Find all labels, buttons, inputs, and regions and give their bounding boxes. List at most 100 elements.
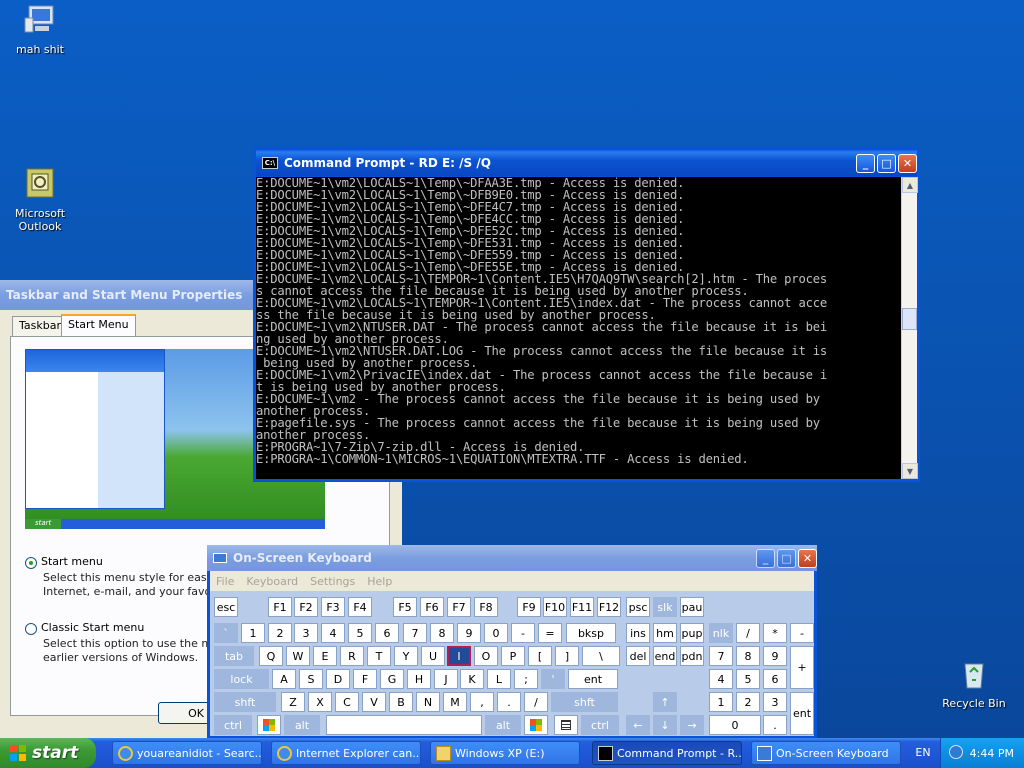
- menu-key[interactable]: [554, 715, 578, 735]
- key-symbol[interactable]: ,: [470, 692, 494, 712]
- command-prompt-titlebar[interactable]: C:\ Command Prompt - RD E: /S /Q _ □ ✕: [256, 150, 917, 176]
- key-z[interactable]: Z: [281, 692, 305, 712]
- key-f10[interactable]: F10: [543, 597, 567, 617]
- key-f2[interactable]: F2: [294, 597, 318, 617]
- key-del[interactable]: del: [626, 646, 650, 666]
- key-pau[interactable]: pau: [680, 597, 704, 617]
- key-alt[interactable]: alt: [485, 715, 521, 735]
- classic-start-menu-radio[interactable]: [25, 623, 37, 635]
- key-f6[interactable]: F6: [420, 597, 444, 617]
- key-symbol[interactable]: ↓: [653, 715, 677, 735]
- key-d[interactable]: D: [326, 669, 350, 689]
- key-m[interactable]: M: [443, 692, 467, 712]
- key-symbol[interactable]: ↑: [653, 692, 677, 712]
- minimize-button[interactable]: _: [756, 548, 775, 568]
- key-f5[interactable]: F5: [393, 597, 417, 617]
- key-symbol[interactable]: [: [528, 646, 552, 666]
- key-t[interactable]: T: [367, 646, 391, 666]
- key-h[interactable]: H: [407, 669, 431, 689]
- key-f7[interactable]: F7: [447, 597, 471, 617]
- osk-titlebar[interactable]: On-Screen Keyboard _ □ ✕: [207, 545, 817, 571]
- key-f8[interactable]: F8: [474, 597, 498, 617]
- key-ctrl[interactable]: ctrl: [214, 715, 252, 735]
- key-i[interactable]: I: [447, 646, 471, 666]
- key-7[interactable]: 7: [403, 623, 427, 643]
- key-9[interactable]: 9: [457, 623, 481, 643]
- start-menu-radio[interactable]: [25, 557, 37, 569]
- key-y[interactable]: Y: [394, 646, 418, 666]
- key-f9[interactable]: F9: [517, 597, 541, 617]
- key-0[interactable]: 0: [709, 715, 761, 735]
- key-c[interactable]: C: [335, 692, 359, 712]
- key-symbol[interactable]: =: [538, 623, 562, 643]
- taskbar-item-youareanidiot[interactable]: youareanidiot - Searc...: [112, 741, 262, 765]
- key-2[interactable]: 2: [268, 623, 292, 643]
- key-symbol[interactable]: /: [524, 692, 548, 712]
- taskbar-item-ie-error[interactable]: Internet Explorer can...: [271, 741, 421, 765]
- minimize-button[interactable]: _: [856, 153, 875, 173]
- key-f[interactable]: F: [353, 669, 377, 689]
- close-button[interactable]: ✕: [898, 153, 917, 173]
- key-o[interactable]: O: [474, 646, 498, 666]
- menu-file[interactable]: File: [216, 575, 234, 588]
- key-1[interactable]: 1: [241, 623, 265, 643]
- console-output[interactable]: E:DOCUME~1\vm2\LOCALS~1\Temp\~DFAA3E.tmp…: [256, 177, 901, 479]
- key-symbol[interactable]: ': [541, 669, 565, 689]
- key-bksp[interactable]: bksp: [566, 623, 616, 643]
- key-ent[interactable]: ent: [790, 692, 814, 735]
- key-f3[interactable]: F3: [321, 597, 345, 617]
- taskbar-item-windows-xp-drive[interactable]: Windows XP (E:): [430, 741, 580, 765]
- scroll-down-button[interactable]: ▼: [902, 463, 918, 479]
- maximize-button[interactable]: □: [777, 548, 796, 568]
- key-u[interactable]: U: [421, 646, 445, 666]
- key-a[interactable]: A: [272, 669, 296, 689]
- key-j[interactable]: J: [434, 669, 458, 689]
- taskbar-item-command-prompt[interactable]: Command Prompt - R...: [592, 741, 742, 765]
- key-ent[interactable]: ent: [568, 669, 618, 689]
- key-nlk[interactable]: nlk: [709, 623, 733, 643]
- key-8[interactable]: 8: [430, 623, 454, 643]
- key-1[interactable]: 1: [709, 692, 733, 712]
- network-icon[interactable]: [949, 745, 963, 759]
- menu-settings[interactable]: Settings: [310, 575, 355, 588]
- key-3[interactable]: 3: [763, 692, 787, 712]
- key-hm[interactable]: hm: [653, 623, 677, 643]
- close-button[interactable]: ✕: [798, 548, 817, 568]
- key-ins[interactable]: ins: [626, 623, 650, 643]
- key-e[interactable]: E: [313, 646, 337, 666]
- start-button[interactable]: start: [0, 738, 96, 768]
- key-n[interactable]: N: [416, 692, 440, 712]
- windows-key[interactable]: [257, 715, 281, 735]
- key-end[interactable]: end: [653, 646, 677, 666]
- key-p[interactable]: P: [501, 646, 525, 666]
- key-symbol[interactable]: .: [497, 692, 521, 712]
- key-x[interactable]: X: [308, 692, 332, 712]
- key-psc[interactable]: psc: [626, 597, 650, 617]
- key-b[interactable]: B: [389, 692, 413, 712]
- tab-start-menu[interactable]: Start Menu: [61, 314, 136, 336]
- key-ctrl[interactable]: ctrl: [581, 715, 619, 735]
- key-symbol[interactable]: +: [790, 646, 814, 689]
- key-r[interactable]: R: [340, 646, 364, 666]
- key-tab[interactable]: tab: [214, 646, 254, 666]
- key-q[interactable]: Q: [259, 646, 283, 666]
- clock[interactable]: 4:44 PM: [970, 747, 1014, 760]
- key-6[interactable]: 6: [375, 623, 399, 643]
- key-symbol[interactable]: ←: [626, 715, 650, 735]
- key-symbol[interactable]: *: [763, 623, 787, 643]
- key-space[interactable]: [326, 715, 482, 735]
- key-esc[interactable]: esc: [214, 597, 238, 617]
- desktop-icon-mah-shit[interactable]: mah shit: [0, 4, 80, 56]
- key-symbol[interactable]: -: [511, 623, 535, 643]
- language-indicator[interactable]: EN: [908, 746, 938, 762]
- key-symbol[interactable]: ]: [555, 646, 579, 666]
- key-g[interactable]: G: [380, 669, 404, 689]
- key-4[interactable]: 4: [709, 669, 733, 689]
- tab-taskbar[interactable]: Taskbar: [12, 316, 68, 336]
- desktop-icon-outlook[interactable]: Microsoft Outlook: [0, 168, 80, 233]
- key-f12[interactable]: F12: [597, 597, 621, 617]
- key-pdn[interactable]: pdn: [680, 646, 704, 666]
- key-f11[interactable]: F11: [570, 597, 594, 617]
- key-9[interactable]: 9: [763, 646, 787, 666]
- key-symbol[interactable]: /: [736, 623, 760, 643]
